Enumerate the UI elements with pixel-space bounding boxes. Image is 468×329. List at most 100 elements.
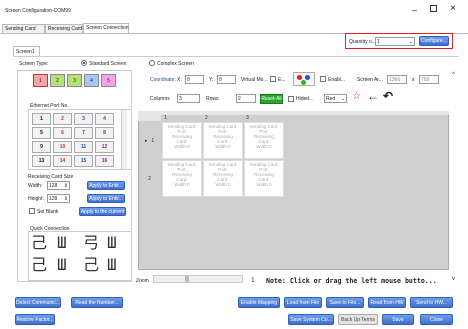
load-from-file-button[interactable]: Load from File: [284, 297, 322, 308]
complex-screen-radio[interactable]: [149, 60, 155, 66]
undo-icon[interactable]: ↶: [383, 89, 393, 103]
rows-input[interactable]: 2: [236, 94, 256, 103]
ethernet-port-5[interactable]: 5: [32, 127, 51, 139]
grid-row-header[interactable]: 2: [138, 160, 161, 197]
ethernet-port-10[interactable]: 10: [53, 141, 72, 153]
quantity-label: Quantity o...: [349, 39, 376, 45]
zoom-scrollbar[interactable]: [153, 275, 243, 283]
color-button-5[interactable]: 5: [101, 74, 116, 87]
color-select[interactable]: Red ⌄: [324, 94, 347, 103]
virtual-mode-label: Virtual Mo...: [241, 77, 268, 83]
grid-cell[interactable]: Sending Card: Port: Receiving Card: Width:0: [203, 122, 243, 159]
enable-checkbox[interactable]: [320, 76, 326, 82]
quick-connection-pattern-6[interactable]: Ш: [57, 257, 67, 273]
ethernet-scrollbar[interactable]: [121, 110, 127, 169]
close-icon[interactable]: ×: [450, 3, 456, 14]
zoom-thumb[interactable]: [185, 276, 189, 282]
y-input[interactable]: 0: [217, 75, 236, 84]
grid-top-strip: [138, 111, 449, 115]
configure-button[interactable]: Configure...: [419, 36, 449, 46]
ethernet-port-8[interactable]: 8: [95, 127, 114, 139]
grid-row-header[interactable]: ▸ 1: [138, 122, 161, 159]
ethernet-port-2[interactable]: 2: [53, 113, 72, 125]
quick-connection-pattern-5[interactable]: 己: [31, 257, 47, 273]
color-button-3[interactable]: 3: [67, 74, 82, 87]
ethernet-port-15[interactable]: 15: [74, 155, 93, 167]
ethernet-port-9[interactable]: 9: [32, 141, 51, 153]
ethernet-port-1[interactable]: 1: [32, 113, 51, 125]
close-button[interactable]: Close: [420, 314, 453, 325]
right-scroll-up-icon[interactable]: ^: [452, 72, 455, 78]
restore-factory-button[interactable]: Restore Factor...: [15, 314, 55, 325]
ethernet-port-6[interactable]: 6: [53, 127, 72, 139]
zoom-label: Zoom: [136, 278, 149, 284]
ethernet-port-12[interactable]: 12: [95, 141, 114, 153]
enable-mapping-button[interactable]: Enable Mapping: [238, 297, 280, 308]
read-from-hw-button[interactable]: Read from HW: [368, 297, 406, 308]
send-to-hw-button[interactable]: Send to HW...: [410, 297, 453, 308]
height-input[interactable]: 128 ⇕: [47, 194, 70, 203]
detect-communication-button[interactable]: Detect Communic...: [15, 297, 61, 308]
hidden-checkbox[interactable]: [288, 96, 294, 102]
color-button-2[interactable]: 2: [50, 74, 65, 87]
quick-connection-pattern-4[interactable]: Ш: [107, 235, 117, 251]
save-system-config-button[interactable]: Save System Co...: [288, 314, 334, 325]
grid-cell-text: Width:0: [174, 182, 190, 187]
subtab-screen1[interactable]: Screen1: [13, 46, 40, 56]
quick-connection-pattern-1[interactable]: 己: [31, 235, 47, 251]
ethernet-port-3[interactable]: 3: [74, 113, 93, 125]
ethernet-port-7[interactable]: 7: [74, 127, 93, 139]
grid-cell[interactable]: Sending Card: Port: Receiving Card: Width:0: [244, 122, 284, 159]
window-title: Screen Configuration-COM99: [5, 8, 71, 14]
read-number-button[interactable]: Read the Number...: [71, 297, 123, 308]
grid-column-header[interactable]: 3: [246, 115, 249, 121]
columns-input[interactable]: 3: [177, 94, 200, 103]
apply-current-button[interactable]: Apply to the current: [79, 207, 126, 216]
color-button-1[interactable]: 1: [33, 74, 48, 87]
ethernet-port-11[interactable]: 11: [74, 141, 93, 153]
quick-connection-pattern-2[interactable]: Ш: [57, 235, 67, 251]
set-blank-checkbox[interactable]: [29, 208, 35, 214]
grid-cell[interactable]: Sending Card: Port: Receiving Card: Width:0: [244, 160, 284, 197]
backup-terms-button[interactable]: Back Up Terms: [338, 314, 378, 325]
quick-connection-pattern-8[interactable]: Ш: [107, 257, 117, 273]
grid-cell[interactable]: Sending Card: Port: Receiving Card: Width:0: [162, 122, 202, 159]
area-height-input[interactable]: 768: [419, 75, 439, 84]
grid-cell-text: Width:0: [215, 182, 231, 187]
area-width-input[interactable]: 1366: [387, 75, 407, 84]
color-button-4[interactable]: 4: [84, 74, 99, 87]
virtual-mode-checkbox[interactable]: [270, 76, 276, 82]
ethernet-port-4[interactable]: 4: [95, 113, 114, 125]
grid-column-header[interactable]: 2: [205, 115, 208, 121]
apply-height-button[interactable]: Apply to Entir...: [87, 194, 125, 203]
tab-receiving-card[interactable]: Receiving Card: [45, 24, 83, 33]
columns-label: Columns: [150, 96, 170, 102]
grid-column-header[interactable]: 1: [164, 115, 167, 121]
tab-sending-card[interactable]: Sending Card: [2, 24, 45, 33]
save-button[interactable]: Save: [382, 314, 414, 325]
ethernet-port-14[interactable]: 14: [53, 155, 72, 167]
e-label: E...: [278, 77, 286, 83]
reset-all-button[interactable]: Reset-All: [260, 94, 283, 104]
width-input[interactable]: 128 ⇕: [47, 181, 70, 190]
rgb-pixel-icon[interactable]: [293, 72, 315, 86]
save-to-file-button[interactable]: Save to File...: [326, 297, 364, 308]
hidden-label: Hided...: [296, 96, 314, 102]
quick-connection-pattern-7[interactable]: 己: [83, 257, 99, 273]
maximize-icon[interactable]: [430, 5, 437, 12]
quick-connection-pattern-3[interactable]: 弓: [83, 235, 99, 251]
grid-cell[interactable]: Sending Card: Port: Receiving Card: Width:0: [203, 160, 243, 197]
standard-screen-radio[interactable]: [81, 60, 87, 66]
ethernet-port-13[interactable]: 13: [32, 155, 51, 167]
grid-cell[interactable]: Sending Card: Port: Receiving Card: Width:0: [162, 160, 202, 197]
apply-width-button[interactable]: Apply to Entir...: [87, 181, 125, 190]
grid-scroll-down-icon[interactable]: v: [452, 276, 455, 282]
star-icon[interactable]: ☆: [352, 91, 361, 102]
arrow-left-icon[interactable]: ←: [367, 89, 379, 103]
rc-size-label: Receiving Card Size: [28, 174, 74, 180]
minimize-icon[interactable]: –: [412, 5, 417, 15]
x-input[interactable]: 0: [185, 75, 204, 84]
ethernet-port-16[interactable]: 16: [95, 155, 114, 167]
tab-screen-connection[interactable]: Screen Connection: [83, 23, 129, 33]
quantity-select[interactable]: 1 ⌄: [375, 37, 415, 46]
